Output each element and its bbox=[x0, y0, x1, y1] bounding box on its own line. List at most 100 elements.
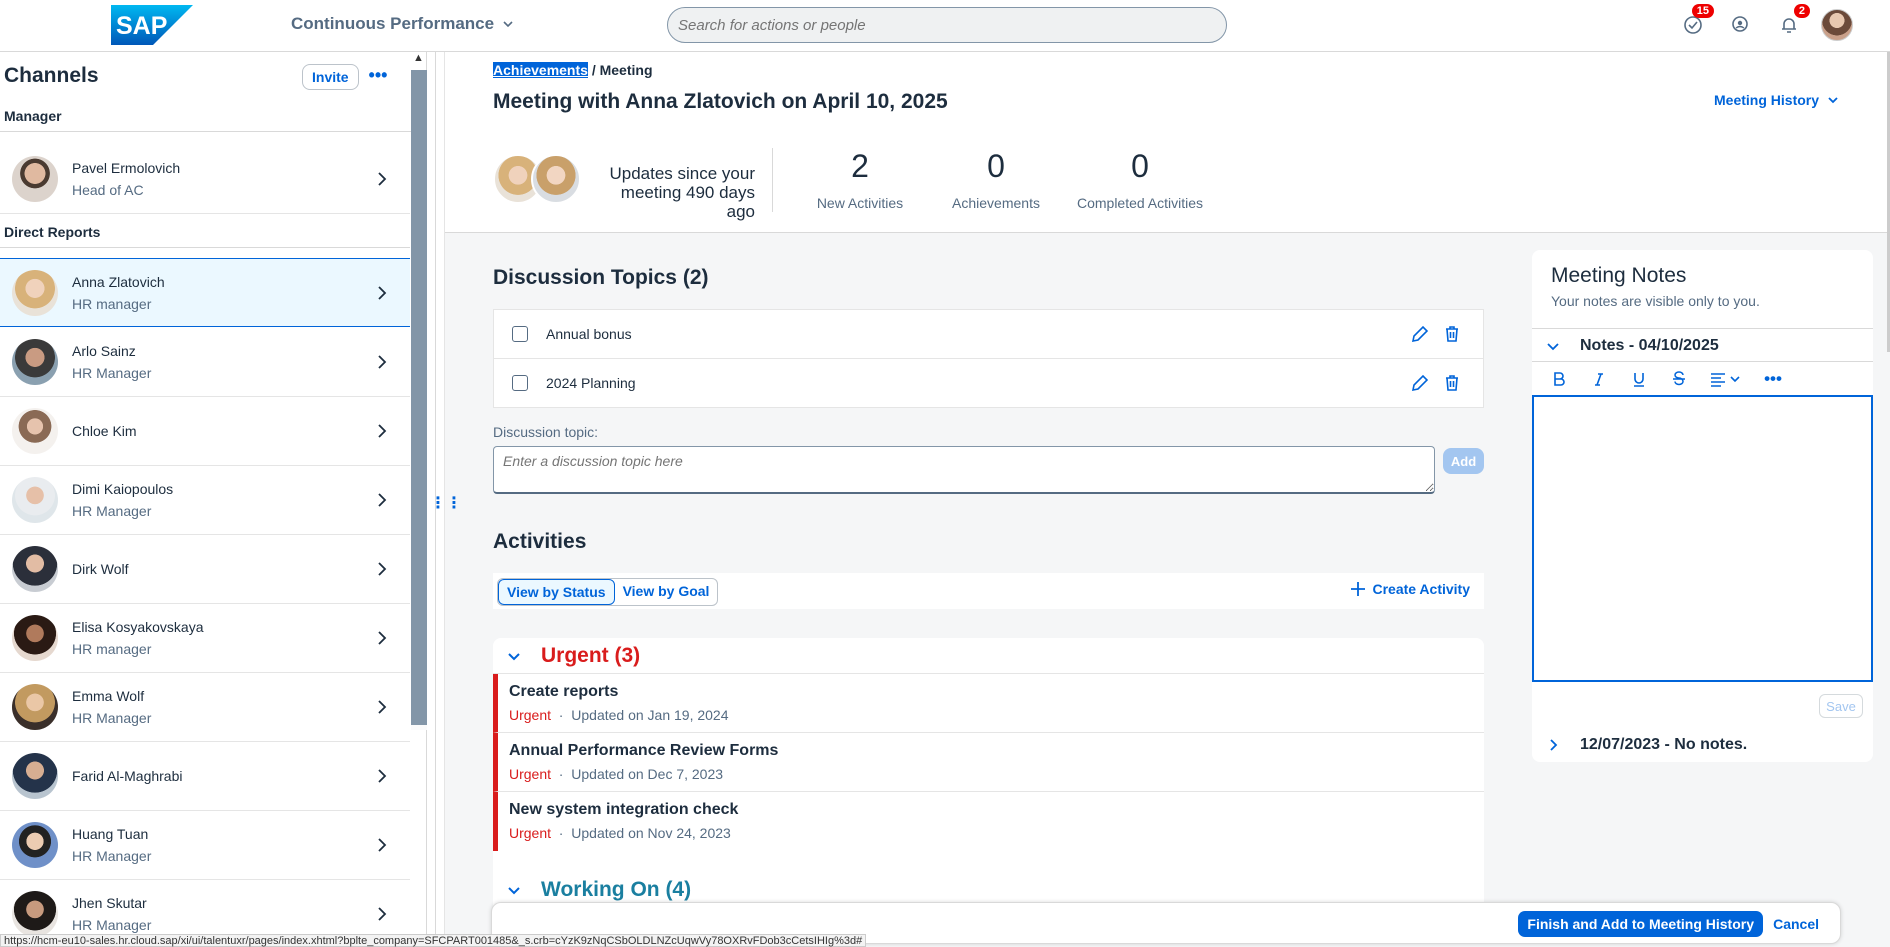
activity-meta: Urgent · Updated on Dec 7, 2023 bbox=[509, 766, 724, 782]
person-role: HR Manager bbox=[72, 503, 152, 519]
person-item-elisa[interactable]: Elisa Kosyakovskaya HR manager bbox=[0, 604, 410, 673]
delete-icon[interactable] bbox=[1441, 372, 1463, 394]
sidebar-scrollbar[interactable] bbox=[411, 70, 427, 730]
chevron-right-icon bbox=[378, 907, 387, 921]
activity-item[interactable]: Annual Performance Review Forms Urgent ·… bbox=[493, 733, 1484, 792]
bell-icon bbox=[1782, 18, 1796, 33]
strikethrough-icon[interactable] bbox=[1668, 368, 1690, 390]
person-item-manager[interactable]: Pavel Ermolovich Head of AC bbox=[0, 145, 410, 214]
person-name: Pavel Ermolovich bbox=[72, 160, 181, 176]
person-role: Head of AC bbox=[72, 182, 144, 198]
notes-section-previous[interactable]: 12/07/2023 - No notes. bbox=[1546, 736, 1747, 754]
person-item-emma[interactable]: Emma Wolf HR Manager bbox=[0, 673, 410, 742]
urgent-title: Urgent (3) bbox=[541, 643, 641, 667]
urgent-panel: Urgent (3) Create reports Urgent · Updat… bbox=[493, 638, 1484, 906]
notifications-button[interactable]: 2 bbox=[1774, 4, 1810, 40]
person-name: Dirk Wolf bbox=[72, 561, 129, 577]
person-role: HR Manager bbox=[72, 365, 152, 381]
shell-bar: SAP Continuous Performance 15 2 bbox=[0, 0, 1890, 52]
person-name: Chloe Kim bbox=[72, 423, 137, 439]
chevron-down-icon bbox=[503, 21, 513, 28]
person-item-huang[interactable]: Huang Tuan HR Manager bbox=[0, 811, 410, 880]
urgent-panel-header[interactable]: Urgent (3) bbox=[493, 638, 1484, 674]
activity-status: Urgent bbox=[509, 707, 552, 723]
activities-toolbar: View by Status View by Goal Create Activ… bbox=[493, 573, 1484, 609]
person-name: Arlo Sainz bbox=[72, 343, 136, 359]
more-options-icon[interactable]: ••• bbox=[365, 65, 391, 91]
kpi-completed-activities[interactable]: 0 Completed Activities bbox=[1065, 148, 1215, 211]
topic-checkbox[interactable] bbox=[512, 326, 528, 342]
kpi-value: 0 bbox=[1131, 148, 1149, 184]
chevron-right-icon bbox=[378, 700, 387, 714]
add-topic-button[interactable]: Add bbox=[1443, 448, 1484, 474]
avatar bbox=[12, 408, 58, 454]
avatar bbox=[12, 822, 58, 868]
grip-icon[interactable]: ⋮⋮ bbox=[430, 492, 462, 516]
chevron-down-icon bbox=[1828, 97, 1838, 104]
activity-item[interactable]: Create reports Urgent · Updated on Jan 1… bbox=[493, 674, 1484, 733]
chat-button[interactable] bbox=[1725, 10, 1755, 40]
activity-meta: Urgent · Updated on Jan 19, 2024 bbox=[509, 707, 729, 723]
kpi-new-activities[interactable]: 2 New Activities bbox=[797, 148, 923, 211]
person-name: Dimi Kaiopoulos bbox=[72, 481, 174, 497]
topic-checkbox[interactable] bbox=[512, 375, 528, 391]
topic-text: Annual bonus bbox=[546, 326, 632, 342]
more-icon[interactable]: ••• bbox=[1762, 368, 1784, 390]
activity-title: Create reports bbox=[509, 683, 619, 700]
breadcrumb-link-achievements[interactable]: Achievements bbox=[493, 62, 588, 78]
page-title: Meeting with Anna Zlatovich on April 10,… bbox=[493, 90, 948, 113]
bold-icon[interactable] bbox=[1548, 368, 1570, 390]
delete-icon[interactable] bbox=[1441, 323, 1463, 345]
activity-title: New system integration check bbox=[509, 801, 739, 818]
person-item-dimi[interactable]: Dimi Kaiopoulos HR Manager bbox=[0, 466, 410, 535]
person-item-chloe[interactable]: Chloe Kim bbox=[0, 397, 410, 466]
search-input[interactable] bbox=[667, 7, 1227, 43]
activity-status: Urgent bbox=[509, 825, 552, 841]
chevron-right-icon bbox=[378, 172, 387, 186]
person-role: HR manager bbox=[72, 295, 152, 312]
notes-editor[interactable] bbox=[1532, 395, 1873, 682]
activity-updated: Updated on Dec 7, 2023 bbox=[571, 766, 724, 782]
create-activity-button[interactable]: Create Activity bbox=[1350, 581, 1470, 597]
activities-title: Activities bbox=[493, 530, 587, 553]
kpi-value: 0 bbox=[987, 148, 1005, 184]
todo-button[interactable]: 15 bbox=[1678, 4, 1714, 40]
person-item-dirk[interactable]: Dirk Wolf bbox=[0, 535, 410, 604]
person-item-farid[interactable]: Farid Al-Maghrabi bbox=[0, 742, 410, 811]
person-item-anna[interactable]: Anna Zlatovich HR manager bbox=[0, 258, 410, 327]
kpi-achievements[interactable]: 0 Achievements bbox=[933, 148, 1059, 211]
chat-icon bbox=[1732, 16, 1748, 32]
notes-section-current[interactable]: Notes - 04/10/2025 bbox=[1546, 337, 1719, 355]
cancel-button[interactable]: Cancel bbox=[1764, 911, 1828, 937]
activity-item[interactable]: New system integration check Urgent · Up… bbox=[493, 792, 1484, 851]
view-by-goal-button[interactable]: View by Goal bbox=[615, 579, 718, 605]
app-title-menu[interactable]: Continuous Performance bbox=[291, 14, 514, 34]
meeting-history-label: Meeting History bbox=[1714, 92, 1820, 108]
scroll-up-icon[interactable]: ▲ bbox=[413, 52, 425, 64]
avatar bbox=[12, 615, 58, 661]
person-item-arlo[interactable]: Arlo Sainz HR Manager bbox=[0, 328, 410, 397]
meeting-history-button[interactable]: Meeting History bbox=[1714, 92, 1839, 108]
finish-meeting-button[interactable]: Finish and Add to Meeting History bbox=[1518, 911, 1763, 937]
breadcrumb: Achievements / Meeting bbox=[493, 62, 653, 78]
user-avatar[interactable] bbox=[1821, 9, 1853, 41]
pane-splitter[interactable]: ⋮⋮ bbox=[427, 52, 462, 947]
discussion-topic-input[interactable] bbox=[493, 446, 1435, 494]
sap-logo[interactable]: SAP bbox=[111, 5, 193, 45]
object-header: Achievements / Meeting Meeting with Anna… bbox=[445, 52, 1890, 233]
chevron-down-icon bbox=[508, 652, 520, 660]
person-name: Anna Zlatovich bbox=[72, 273, 165, 290]
view-by-status-button[interactable]: View by Status bbox=[498, 579, 615, 605]
edit-icon[interactable] bbox=[1409, 372, 1431, 394]
edit-icon[interactable] bbox=[1409, 323, 1431, 345]
breadcrumb-separator: / bbox=[591, 62, 600, 78]
italic-icon[interactable] bbox=[1588, 368, 1610, 390]
save-notes-button[interactable]: Save bbox=[1819, 694, 1863, 718]
align-dropdown-icon[interactable] bbox=[1708, 368, 1744, 390]
underline-icon[interactable] bbox=[1628, 368, 1650, 390]
invite-button[interactable]: Invite bbox=[302, 64, 359, 90]
chevron-right-icon bbox=[378, 769, 387, 783]
scrollbar-thumb[interactable] bbox=[411, 70, 427, 725]
add-icon bbox=[1351, 582, 1366, 596]
avatar bbox=[12, 269, 58, 316]
